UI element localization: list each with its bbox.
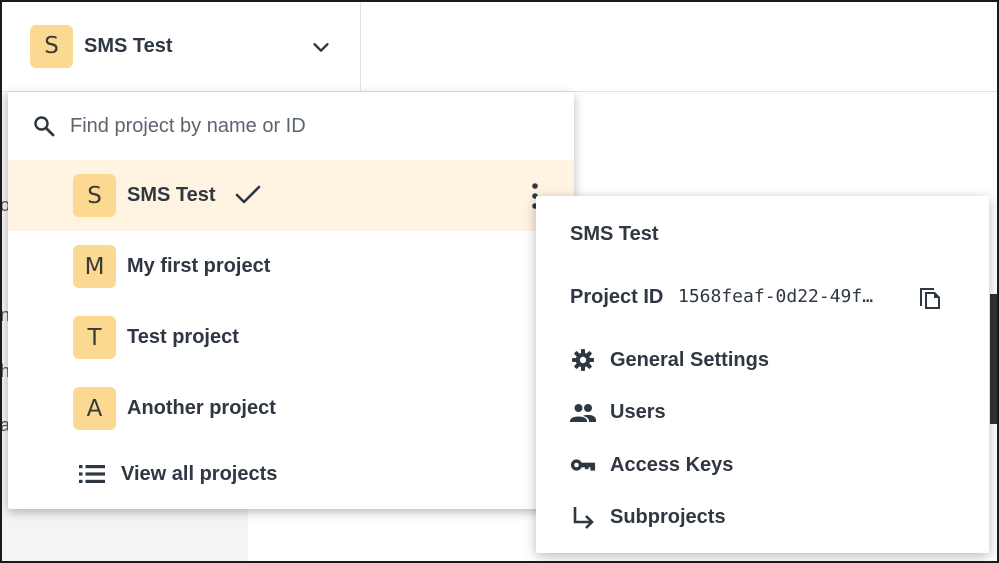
view-all-projects-link[interactable]: View all projects [8, 444, 574, 504]
project-item-sms-test[interactable]: S SMS Test [8, 160, 574, 231]
project-item-test-project[interactable]: T Test project [8, 302, 574, 373]
copy-icon[interactable] [917, 282, 943, 310]
chevron-up-icon[interactable] [310, 36, 332, 58]
project-search-input[interactable] [70, 108, 540, 144]
project-item-my-first-project[interactable]: M My first project [8, 231, 574, 302]
context-menu-title: SMS Test [570, 223, 659, 245]
project-name: Another project [127, 397, 276, 419]
project-name: SMS Test [127, 184, 216, 206]
project-avatar: S [73, 174, 116, 217]
check-icon [235, 185, 261, 204]
key-icon [570, 459, 596, 471]
view-all-projects-label: View all projects [121, 463, 278, 485]
project-id-value: 1568feaf-0d22-49f… [678, 286, 874, 307]
list-icon [79, 465, 105, 483]
project-search [8, 92, 574, 160]
project-avatar: M [73, 245, 116, 288]
project-name: My first project [127, 255, 271, 277]
top-bar: S SMS Test [0, 0, 999, 92]
project-avatar: A [73, 387, 116, 430]
search-icon [34, 116, 55, 137]
menu-item-users[interactable]: Users [536, 390, 989, 434]
menu-item-label: General Settings [610, 349, 769, 371]
project-avatar: T [73, 316, 116, 359]
current-project-name: SMS Test [84, 34, 173, 57]
menu-item-label: Subprojects [610, 506, 726, 528]
background-scrollbar [990, 294, 999, 424]
gear-icon [572, 349, 594, 371]
project-dropdown: S SMS Test M My first project T Test pro… [8, 92, 574, 509]
project-id-label: Project ID [570, 286, 664, 308]
menu-item-general-settings[interactable]: General Settings [536, 338, 989, 382]
menu-item-subprojects[interactable]: Subprojects [536, 495, 989, 539]
menu-item-label: Access Keys [610, 454, 734, 476]
menu-item-access-keys[interactable]: Access Keys [536, 443, 989, 487]
project-switcher[interactable]: S SMS Test [8, 0, 361, 92]
project-context-menu: SMS Test Project ID 1568feaf-0d22-49f… G… [536, 196, 989, 553]
users-icon [570, 404, 596, 422]
subdirectory-arrow-icon [573, 507, 594, 529]
menu-item-label: Users [610, 401, 666, 423]
project-avatar: S [30, 24, 73, 68]
project-name: Test project [127, 326, 239, 348]
project-item-another-project[interactable]: A Another project [8, 373, 574, 444]
